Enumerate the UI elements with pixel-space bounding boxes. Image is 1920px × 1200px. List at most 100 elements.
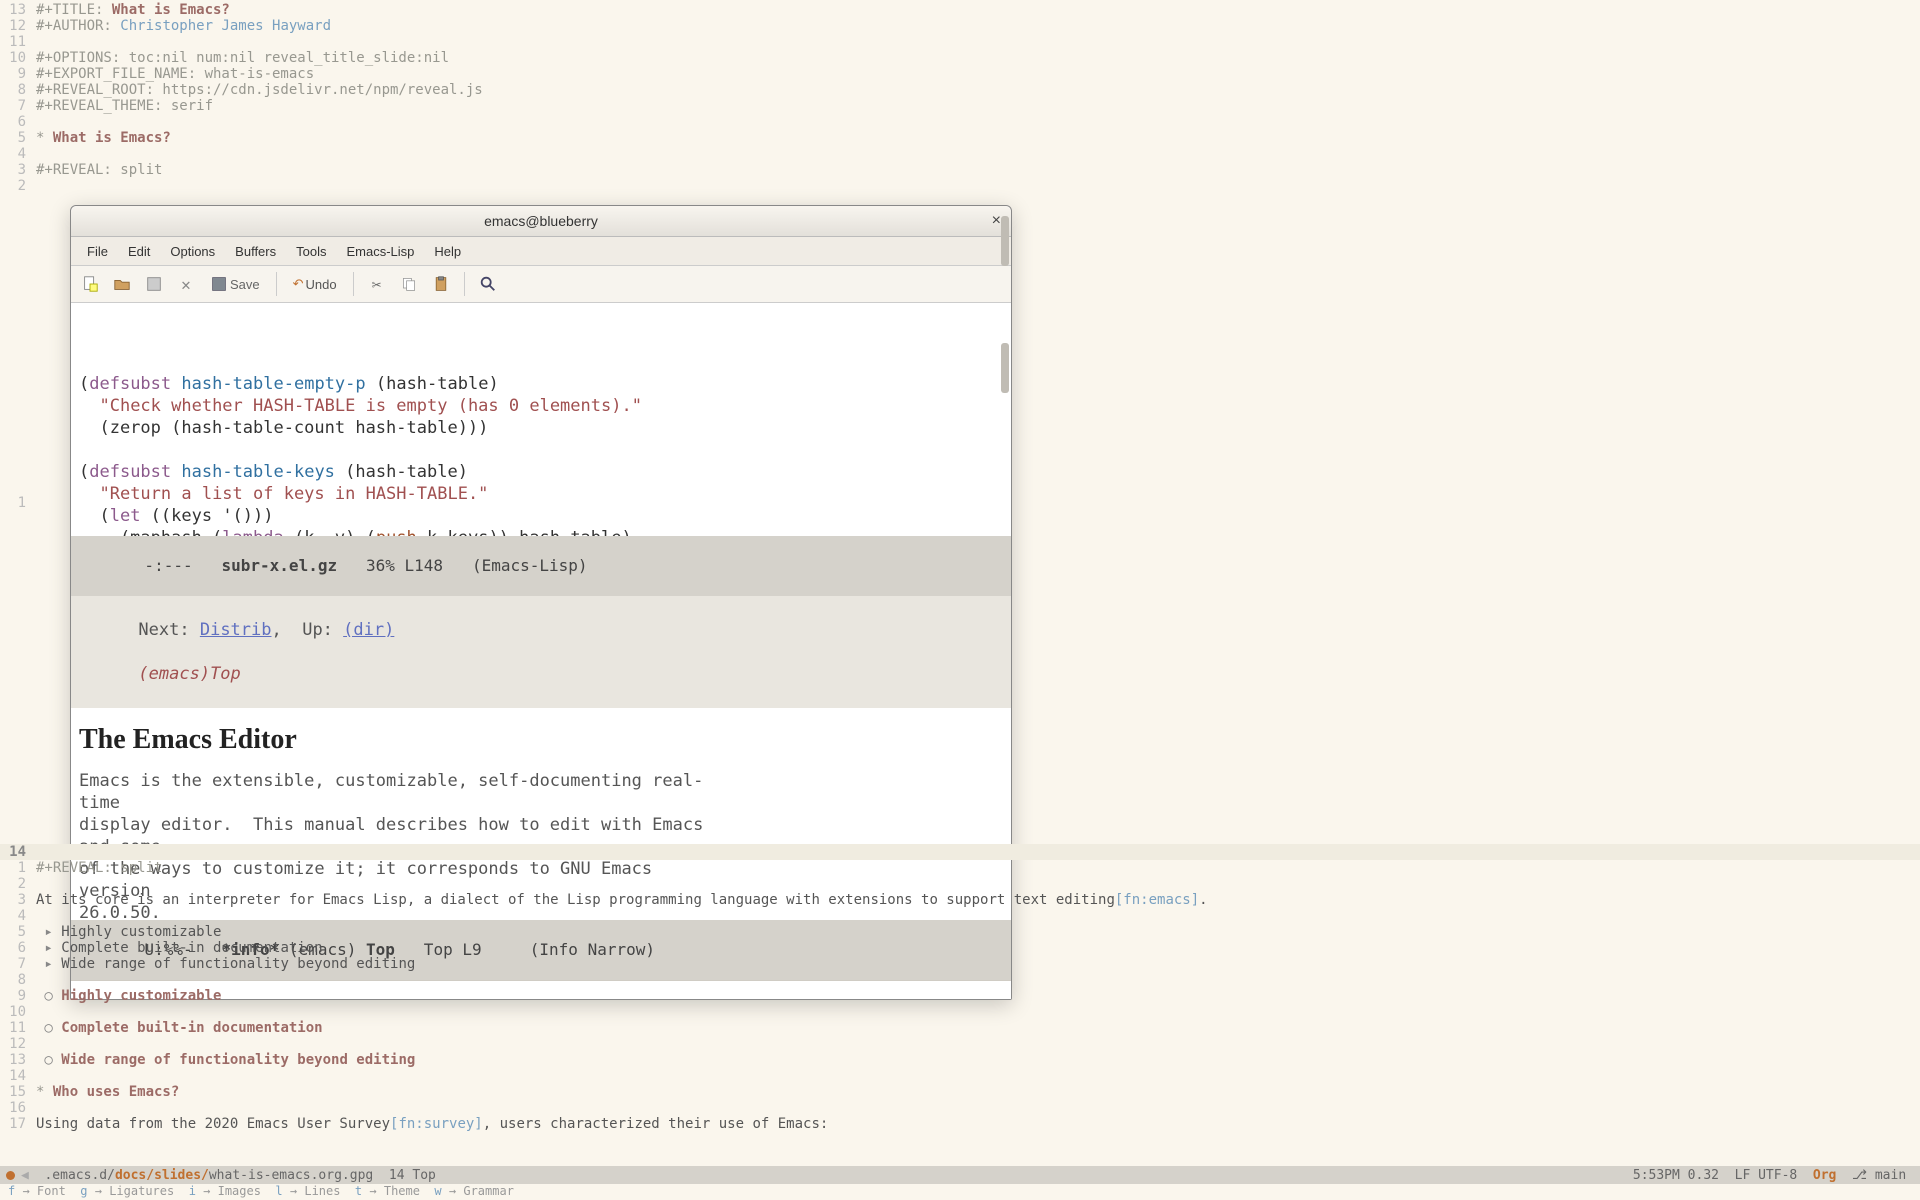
info-header: Next: Distrib, Up: (dir) (emacs)Top bbox=[71, 596, 1011, 708]
code-line: 13 ○ Wide range of functionality beyond … bbox=[0, 1052, 1920, 1068]
code-line: 3At its core is an interpreter for Emacs… bbox=[0, 892, 1920, 908]
new-file-icon[interactable] bbox=[77, 271, 103, 297]
code-pane-upper[interactable]: (defsubst hash-table-empty-p (hash-table… bbox=[71, 303, 1011, 536]
nav-back-icon[interactable]: ◀ bbox=[21, 1168, 44, 1183]
menu-options[interactable]: Options bbox=[160, 244, 225, 259]
code-line: 8#+REVEAL_ROOT: https://cdn.jsdelivr.net… bbox=[0, 82, 1920, 98]
search-icon[interactable] bbox=[475, 271, 501, 297]
line-number: 14 bbox=[0, 844, 36, 860]
which-key-label: Images bbox=[218, 1184, 261, 1198]
lisp-line: "Check whether HASH-TABLE is empty (has … bbox=[79, 395, 1003, 417]
line-content: #+OPTIONS: toc:nil num:nil reveal_title_… bbox=[36, 50, 449, 66]
code-line: 16 bbox=[0, 1100, 1920, 1116]
code-line: 10 bbox=[0, 1004, 1920, 1020]
line-number: 6 bbox=[0, 114, 36, 130]
line-content: ▸ Complete built-in documentation bbox=[36, 940, 323, 956]
info-heading: The Emacs Editor bbox=[79, 724, 1003, 756]
close-icon[interactable]: × bbox=[992, 212, 1001, 230]
menu-file[interactable]: File bbox=[77, 244, 118, 259]
code-bottom-section: 1#+REVEAL: split23At its core is an inte… bbox=[0, 860, 1920, 1132]
which-key-label: Ligatures bbox=[109, 1184, 174, 1198]
open-icon[interactable] bbox=[109, 271, 135, 297]
info-link-distrib[interactable]: Distrib bbox=[200, 620, 272, 640]
toolbar-divider bbox=[276, 272, 277, 296]
which-key-label: Theme bbox=[384, 1184, 420, 1198]
which-key-label: Font bbox=[37, 1184, 66, 1198]
menu-tools[interactable]: Tools bbox=[286, 244, 336, 259]
status-dot-icon bbox=[6, 1171, 15, 1180]
undo-button[interactable]: ↶Undo bbox=[287, 271, 343, 297]
save-button[interactable]: Save bbox=[205, 271, 266, 297]
line-content: * Who uses Emacs? bbox=[36, 1084, 179, 1100]
line-content: ○ Complete built-in documentation bbox=[36, 1020, 323, 1036]
line-content: ▸ Wide range of functionality beyond edi… bbox=[36, 956, 415, 972]
window-title: emacs@blueberry bbox=[71, 213, 1011, 229]
line-number: 12 bbox=[0, 18, 36, 34]
line-content: ○ Wide range of functionality beyond edi… bbox=[36, 1052, 415, 1068]
time-load: 5:53PM 0.32 bbox=[1633, 1168, 1719, 1183]
line-number: 12 bbox=[0, 1036, 36, 1052]
code-line: 12#+AUTHOR: Christopher James Hayward bbox=[0, 18, 1920, 34]
line-content: #+TITLE: What is Emacs? bbox=[36, 2, 230, 18]
code-line: 1#+REVEAL: split bbox=[0, 860, 1920, 876]
line-number: 14 bbox=[0, 1068, 36, 1084]
line-content: ○ Highly customizable bbox=[36, 988, 221, 1004]
line-number: 3 bbox=[0, 162, 36, 178]
editor-frame: 13#+TITLE: What is Emacs?12#+AUTHOR: Chr… bbox=[0, 0, 1920, 1200]
branch-name: main bbox=[1875, 1168, 1906, 1183]
line-number: 11 bbox=[0, 34, 36, 50]
scrollbar[interactable] bbox=[1001, 343, 1009, 393]
line-number: 10 bbox=[0, 50, 36, 66]
code-line: 13#+TITLE: What is Emacs? bbox=[0, 2, 1920, 18]
line-number: 8 bbox=[0, 972, 36, 988]
line-number: 1 bbox=[0, 495, 36, 511]
menu-buffers[interactable]: Buffers bbox=[225, 244, 286, 259]
info-link-dir[interactable]: (dir) bbox=[343, 620, 394, 640]
line-number: 15 bbox=[0, 1084, 36, 1100]
lisp-line: (let ((keys '())) bbox=[79, 505, 1003, 527]
line-content: #+EXPORT_FILE_NAME: what-is-emacs bbox=[36, 66, 314, 82]
lisp-line: (defsubst hash-table-keys (hash-table) bbox=[79, 461, 1003, 483]
paste-icon[interactable] bbox=[428, 271, 454, 297]
code-line: 5 ▸ Highly customizable bbox=[0, 924, 1920, 940]
line-number: 4 bbox=[0, 146, 36, 162]
code-line: 7 ▸ Wide range of functionality beyond e… bbox=[0, 956, 1920, 972]
code-line: 11 ○ Complete built-in documentation bbox=[0, 1020, 1920, 1036]
cut-icon[interactable]: ✂ bbox=[364, 271, 390, 297]
lisp-line: (zerop (hash-table-count hash-table))) bbox=[79, 417, 1003, 439]
line-number: 5 bbox=[0, 130, 36, 146]
code-line: 8 bbox=[0, 972, 1920, 988]
toolbar: ✕ Save ↶Undo ✂ bbox=[71, 266, 1011, 303]
menu-emacs-lisp[interactable]: Emacs-Lisp bbox=[336, 244, 424, 259]
which-key-label: Grammar bbox=[463, 1184, 514, 1198]
code-line: 2 bbox=[0, 178, 1920, 194]
copy-icon[interactable] bbox=[396, 271, 422, 297]
line-content: * What is Emacs? bbox=[36, 130, 171, 146]
line-number: 11 bbox=[0, 1020, 36, 1036]
line-content: Using data from the 2020 Emacs User Surv… bbox=[36, 1116, 828, 1132]
menu-help[interactable]: Help bbox=[424, 244, 471, 259]
filepath-prefix: .emacs.d/ bbox=[44, 1168, 114, 1183]
line-number: 13 bbox=[0, 1052, 36, 1068]
code-line: 14 bbox=[0, 1068, 1920, 1084]
which-key-key: g bbox=[80, 1184, 87, 1198]
line-number: 9 bbox=[0, 66, 36, 82]
directory-icon[interactable] bbox=[141, 271, 167, 297]
titlebar[interactable]: emacs@blueberry × bbox=[71, 206, 1011, 237]
close-file-icon[interactable]: ✕ bbox=[173, 271, 199, 297]
main-modeline: ◀ .emacs.d/docs/slides/what-is-emacs.org… bbox=[0, 1166, 1920, 1184]
line-content: ▸ Highly customizable bbox=[36, 924, 221, 940]
code-line: 6 bbox=[0, 114, 1920, 130]
branch-icon: ⎇ bbox=[1852, 1168, 1867, 1183]
toolbar-divider bbox=[464, 272, 465, 296]
info-location: (emacs)Top bbox=[138, 664, 240, 684]
code-line: 7#+REVEAL_THEME: serif bbox=[0, 98, 1920, 114]
line-number: 13 bbox=[0, 2, 36, 18]
filepath-mid: docs/slides/ bbox=[115, 1168, 209, 1183]
code-line: 3#+REVEAL: split bbox=[0, 162, 1920, 178]
encoding: LF UTF-8 bbox=[1735, 1168, 1798, 1183]
buffer-name: subr-x.el.gz bbox=[222, 556, 338, 575]
toolbar-divider bbox=[353, 272, 354, 296]
menu-edit[interactable]: Edit bbox=[118, 244, 160, 259]
code-line: 9#+EXPORT_FILE_NAME: what-is-emacs bbox=[0, 66, 1920, 82]
